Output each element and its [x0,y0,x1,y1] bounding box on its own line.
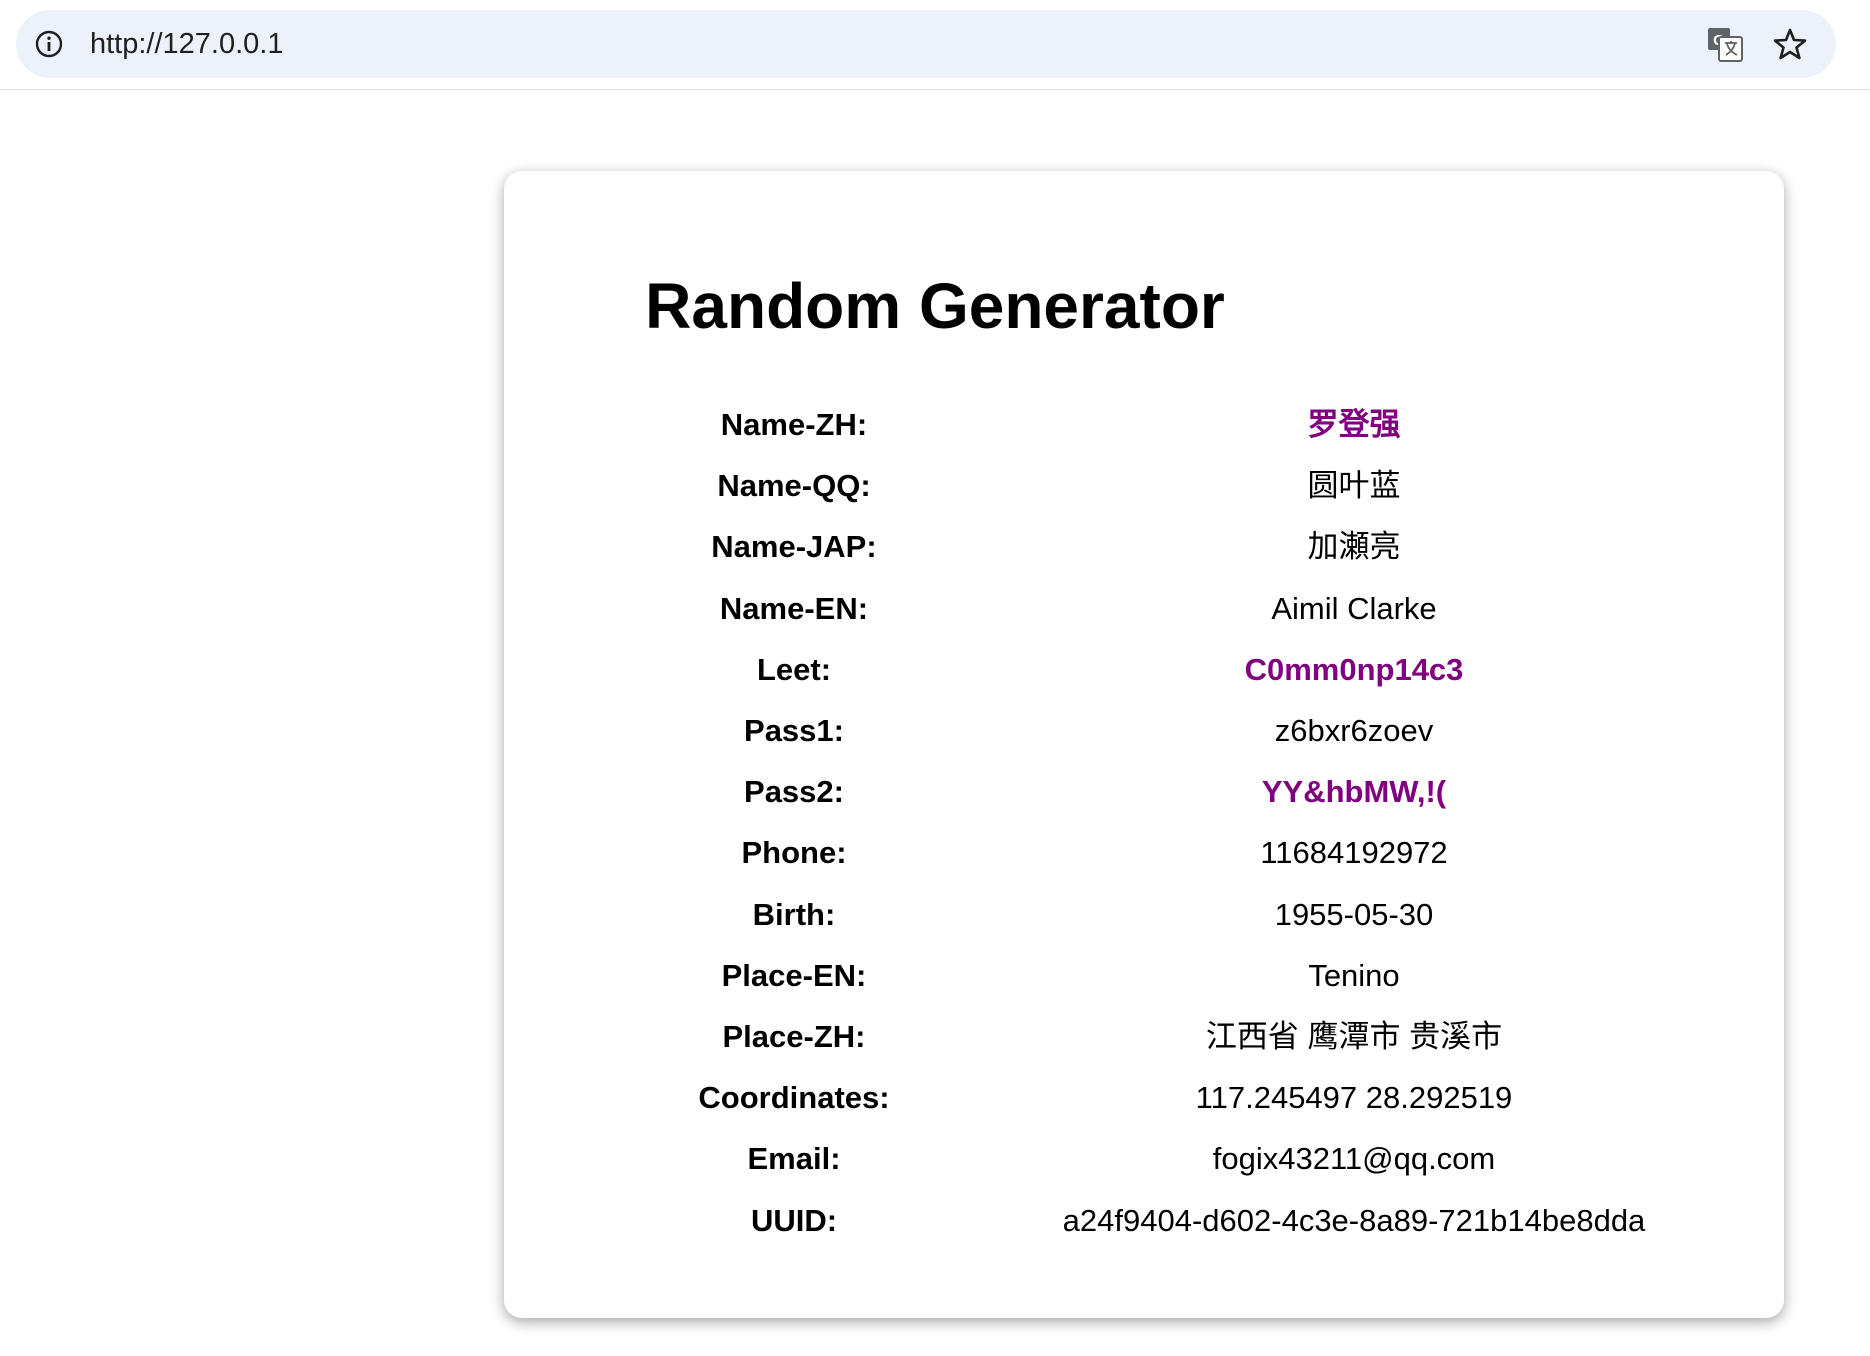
field-label: Pass2: [744,774,844,809]
field-value: fogix43211@qq.com [1212,1141,1496,1176]
row-place-zh: Place-ZH: 江西省 鹰潭市 贵溪市 [0,1013,1870,1061]
field-label: Leet: [756,652,832,687]
field-value: Aimil Clarke [1271,591,1437,626]
field-label: Email: [747,1141,841,1176]
row-name-zh: Name-ZH: 罗登强 [0,401,1870,449]
field-label: Name-ZH: [720,407,868,442]
field-label: Phone: [741,835,847,870]
row-place-en: Place-EN: Tenino [0,952,1870,1000]
row-email: Email: fogix43211@qq.com [0,1135,1870,1183]
row-pass2: Pass2: YY&hbMW,!( [0,768,1870,816]
field-label: UUID: [750,1203,838,1238]
field-value: C0mm0np14c3 [1244,652,1464,687]
field-label: Name-EN: [719,591,869,626]
row-name-qq: Name-QQ: 圆叶蓝 [0,462,1870,510]
field-value: Tenino [1308,958,1400,993]
field-label: Birth: [752,897,836,932]
field-value: 1955-05-30 [1274,897,1434,932]
field-label: Pass1: [744,713,844,748]
row-pass1: Pass1: z6bxr6zoev [0,707,1870,755]
row-phone: Phone: 11684192972 [0,829,1870,877]
generated-fields-table: Name-ZH: 罗登强 Name-QQ: 圆叶蓝 Name-JAP: 加瀬亮 … [0,0,1870,1356]
field-value: 加瀬亮 [1307,529,1401,564]
field-value: YY&hbMW,!( [1261,774,1447,809]
field-label: Place-ZH: [722,1019,866,1054]
row-leet: Leet: C0mm0np14c3 [0,646,1870,694]
field-value: z6bxr6zoev [1274,713,1434,748]
field-value: 圆叶蓝 [1307,468,1401,503]
field-value: 11684192972 [1260,835,1448,870]
field-label: Coordinates: [698,1080,890,1115]
row-name-en: Name-EN: Aimil Clarke [0,585,1870,633]
field-value: 江西省 鹰潭市 贵溪市 [1205,1019,1503,1054]
field-value: 117.245497 28.292519 [1195,1080,1513,1115]
row-birth: Birth: 1955-05-30 [0,891,1870,939]
row-coordinates: Coordinates: 117.245497 28.292519 [0,1074,1870,1122]
field-value: 罗登强 [1307,407,1401,442]
field-label: Name-QQ: [717,468,871,503]
row-name-jap: Name-JAP: 加瀬亮 [0,523,1870,571]
field-label: Place-EN: [721,958,867,993]
row-uuid: UUID: a24f9404-d602-4c3e-8a89-721b14be8d… [0,1197,1870,1245]
field-label: Name-JAP: [711,529,877,564]
field-value: a24f9404-d602-4c3e-8a89-721b14be8dda [1062,1203,1646,1238]
